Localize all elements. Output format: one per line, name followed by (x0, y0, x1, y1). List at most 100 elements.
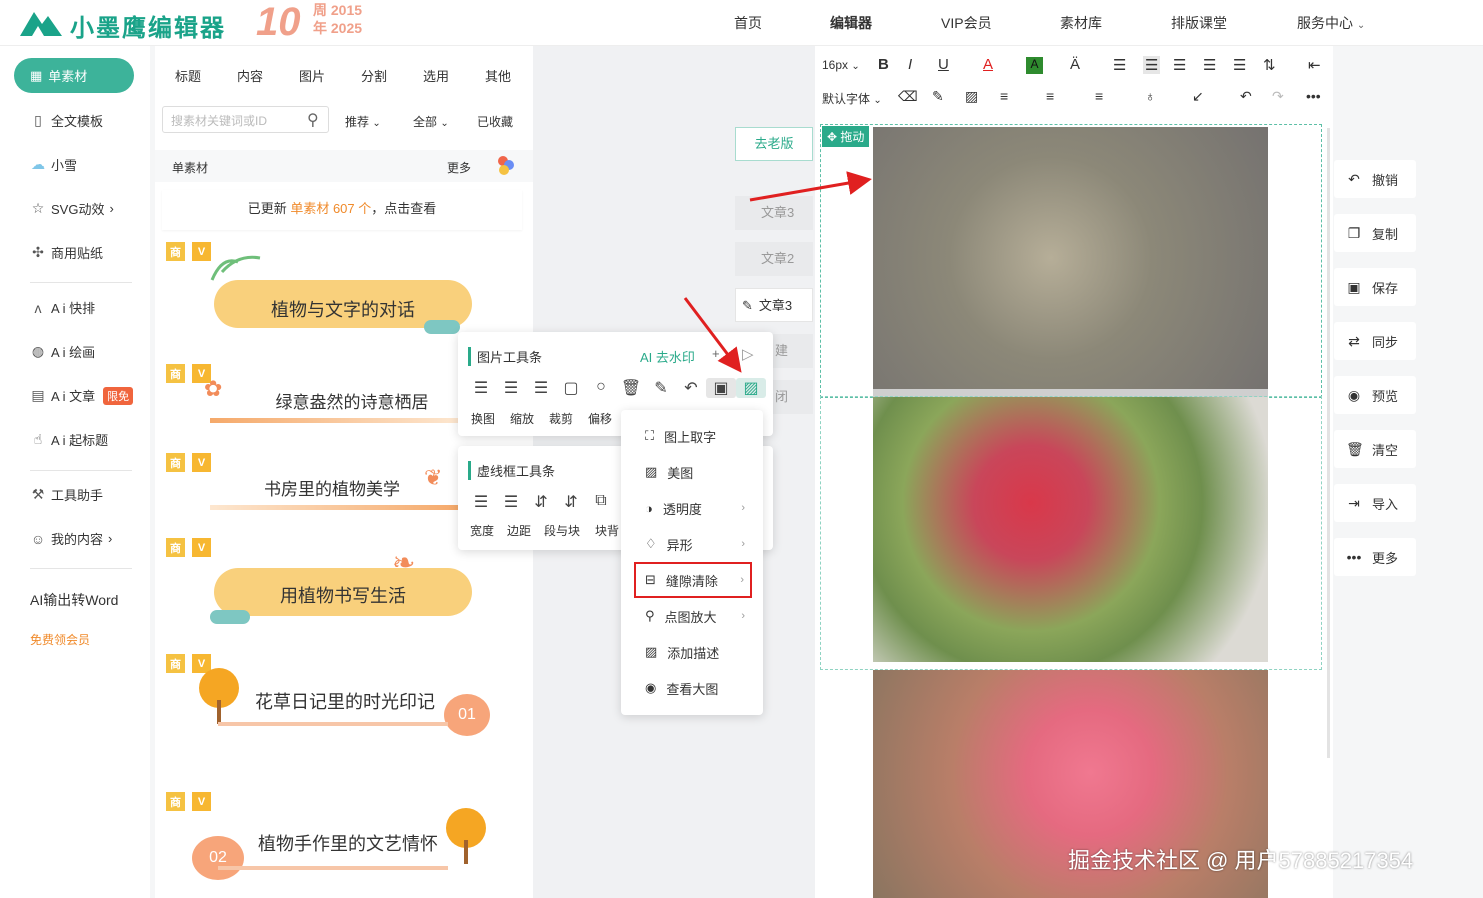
menu-zoom-click[interactable]: ⚲ 点图放大 › (621, 598, 763, 634)
align-left-icon[interactable]: ☰ (1113, 56, 1126, 74)
sidebar-item-ai-title[interactable]: ☝ A i 起标题 (30, 430, 108, 449)
drag-handle[interactable]: ✥ 拖动 (822, 126, 870, 147)
sidebar-item-stickers[interactable]: ✣ 商用贴纸 (30, 243, 103, 262)
sidebar-item-single-material[interactable]: ▦ 单素材 (14, 58, 134, 93)
category-title[interactable]: 标题 (175, 66, 201, 85)
sidebar-item-snow[interactable]: ☁ 小雪 (30, 155, 77, 174)
material-card[interactable]: 商 V 02 植物手作里的文艺情怀 (162, 788, 524, 898)
exit-icon[interactable]: ⇤ (1308, 56, 1321, 74)
font-color-icon[interactable]: A (983, 56, 993, 73)
eyedropper-icon[interactable]: ✎ (646, 378, 676, 398)
menu-add-description[interactable]: ▨ 添加描述 (621, 634, 763, 670)
indent-icon[interactable]: ☰ (1233, 56, 1246, 74)
eraser-icon[interactable]: ⌫ (898, 88, 918, 105)
sync-button[interactable]: ⇄ 同步 (1334, 322, 1416, 360)
ai-watermark-button[interactable]: AI 去水印 (640, 347, 695, 366)
more-button[interactable]: ••• 更多 (1334, 538, 1416, 576)
margin-label[interactable]: 边距 (507, 522, 531, 539)
sidebar-item-ai-draw[interactable]: ◍ A i 绘画 (30, 342, 95, 361)
block-bg-icon[interactable]: ⧉ (586, 492, 616, 510)
sidebar-item-svg[interactable]: ☆ SVG动效 › (30, 199, 114, 218)
image-more-icon[interactable]: ▨ (736, 378, 766, 398)
margin-icon[interactable]: ≡ (1095, 88, 1103, 104)
redo-icon[interactable]: ↷ (1272, 88, 1284, 105)
replace-image-label[interactable]: 换图 (471, 410, 495, 427)
block-icon[interactable]: ⇵ (556, 492, 586, 512)
paragraph-spacing-icon[interactable]: ≡ (1046, 88, 1054, 104)
block-bg-label[interactable]: 块背 (595, 522, 619, 539)
category-selected[interactable]: 选用 (423, 66, 449, 85)
search-input[interactable]: 搜素材关键词或ID (162, 106, 329, 133)
underline-icon[interactable]: U (938, 56, 949, 73)
rose-image[interactable] (873, 127, 1268, 389)
material-card[interactable]: 商 V 花草日记里的时光印记 01 (162, 650, 524, 780)
filter-all[interactable]: 全部 ⌄ (413, 113, 449, 130)
filter-recommend[interactable]: 推荐 ⌄ (345, 113, 381, 130)
old-version-button[interactable]: 去老版 (735, 127, 813, 161)
lightbulb-icon[interactable]: ♁ (1145, 88, 1156, 104)
font-family-select[interactable]: 默认字体 ⌄ (822, 90, 882, 107)
align-left-icon[interactable]: ☰ (466, 378, 496, 398)
plus-icon[interactable]: + (712, 346, 720, 361)
logo-text[interactable]: 小墨鹰编辑器 (70, 8, 226, 43)
sidebar-item-tools[interactable]: ⚒ 工具助手 (30, 485, 103, 504)
nav-editor[interactable]: 编辑器 (830, 13, 872, 33)
align-right-icon[interactable]: ☰ (526, 378, 556, 398)
category-image[interactable]: 图片 (299, 66, 325, 85)
nav-service[interactable]: 服务中心 ⌄ (1297, 13, 1365, 33)
more-icon[interactable]: ••• (1306, 88, 1321, 104)
align-right-icon[interactable]: ☰ (1173, 56, 1186, 74)
editor-scrollbar[interactable] (1327, 128, 1330, 758)
zoom-label[interactable]: 缩放 (510, 410, 534, 427)
nav-home[interactable]: 首页 (734, 13, 762, 33)
copy-button[interactable]: ❐ 复制 (1334, 214, 1416, 252)
nav-course[interactable]: 排版课堂 (1171, 13, 1227, 33)
filter-favorites[interactable]: 已收藏 (477, 113, 513, 130)
menu-ocr[interactable]: ⛶ 图上取字 (621, 418, 763, 454)
section-more-link[interactable]: 更多 (447, 159, 471, 176)
clear-button[interactable]: 🗑 清空 (1334, 430, 1416, 468)
preview-button[interactable]: ◉ 预览 (1334, 376, 1416, 414)
bold-icon[interactable]: B (878, 56, 889, 73)
update-notice[interactable]: 已更新 单素材 607 个，点击查看 (162, 190, 522, 230)
crop-label[interactable]: 裁剪 (549, 410, 573, 427)
nav-vip[interactable]: VIP会员 (941, 13, 992, 33)
undo-button[interactable]: ↶ 撤销 (1334, 160, 1416, 198)
line-height-icon[interactable]: ⇅ (1263, 56, 1276, 74)
article-tab[interactable]: 文章2 (735, 242, 813, 276)
circle-icon[interactable]: ○ (586, 378, 616, 396)
paragraph-block-label[interactable]: 段与块 (544, 522, 580, 539)
border-icon[interactable]: ▣ (706, 378, 736, 398)
menu-beautify[interactable]: ▨ 美图 (621, 454, 763, 490)
undo-icon[interactable]: ↶ (1240, 88, 1252, 105)
arrow-icon[interactable]: ↙ (1192, 88, 1204, 105)
article-tab-active[interactable]: ✎ 文章3 (735, 288, 813, 322)
menu-shape[interactable]: ♢ 异形 › (621, 526, 763, 562)
letter-spacing-icon[interactable]: ≡ (1000, 88, 1008, 104)
align-center-icon[interactable]: ☰ (1143, 56, 1161, 74)
article-tab[interactable]: 文章3 (735, 196, 813, 230)
play-icon[interactable]: ▷ (742, 345, 754, 363)
undo-icon[interactable]: ↶ (676, 378, 706, 398)
margin-icon[interactable]: ☰ (496, 492, 526, 512)
font-size-select[interactable]: 16px ⌄ (822, 58, 860, 72)
sidebar-item-my-content[interactable]: ☺ 我的内容 › (30, 529, 113, 548)
insert-image-icon[interactable]: ▨ (965, 88, 978, 105)
width-label[interactable]: 宽度 (470, 522, 494, 539)
material-card[interactable]: 商 V 植物与文字的对话 (162, 238, 524, 346)
paragraph-icon[interactable]: ⇵ (526, 492, 556, 512)
nav-materials[interactable]: 素材库 (1060, 13, 1102, 33)
sidebar-item-ai-layout[interactable]: ʌ A i 快排 (30, 298, 96, 317)
save-button[interactable]: ▣ 保存 (1334, 268, 1416, 306)
menu-view-large[interactable]: ◉ 查看大图 (621, 670, 763, 706)
category-content[interactable]: 内容 (237, 66, 263, 85)
sidebar-item-templates[interactable]: ▯ 全文模板 (30, 111, 103, 130)
offset-label[interactable]: 偏移 (588, 410, 612, 427)
align-center-icon[interactable]: ☰ (496, 378, 526, 398)
width-icon[interactable]: ☰ (466, 492, 496, 512)
justify-icon[interactable]: ☰ (1203, 56, 1216, 74)
import-button[interactable]: ⇥ 导入 (1334, 484, 1416, 522)
brush-icon[interactable]: ✎ (932, 88, 944, 105)
square-icon[interactable]: ▢ (556, 378, 586, 398)
category-divider[interactable]: 分割 (361, 66, 387, 85)
